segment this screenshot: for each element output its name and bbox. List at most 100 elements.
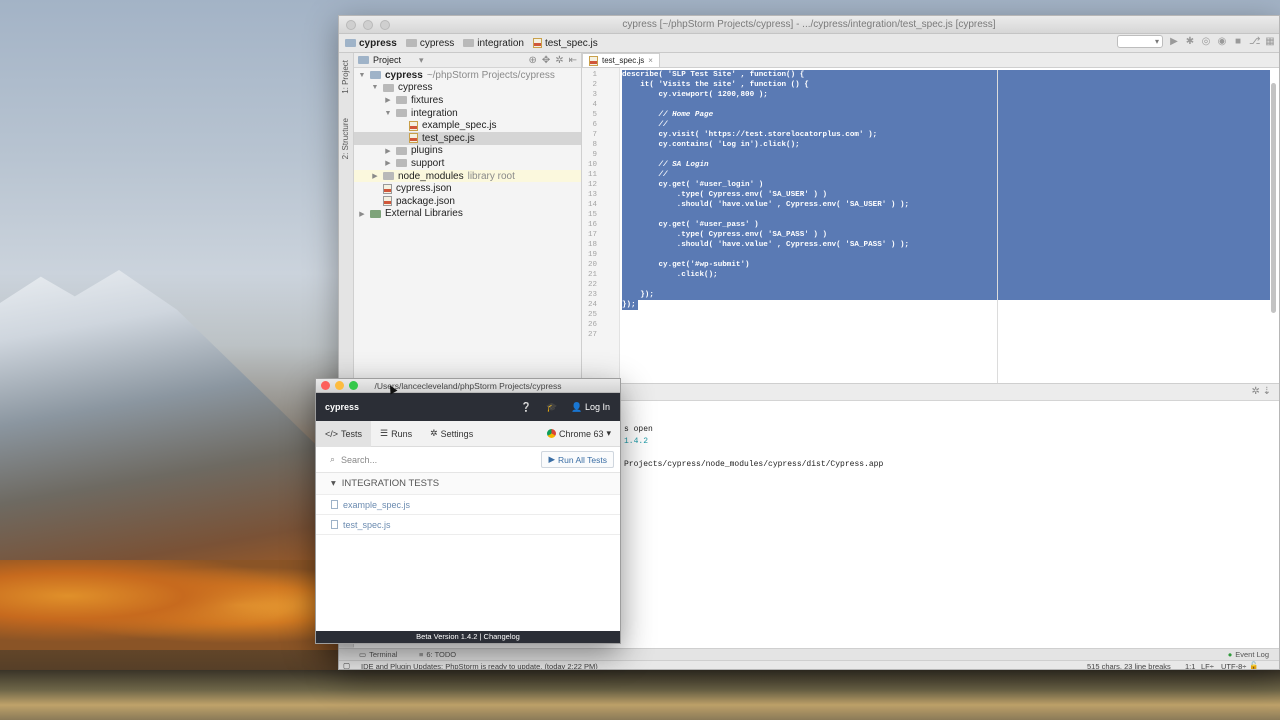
folder-icon — [370, 71, 381, 80]
tree-expander[interactable]: ▶ — [384, 159, 392, 167]
run-icon[interactable]: ▶ — [1169, 36, 1179, 47]
status-message[interactable]: IDE and Plugin Updates: PhpStorm is read… — [361, 662, 598, 669]
breadcrumb-item[interactable]: test_spec.js — [532, 38, 604, 49]
tree-expander[interactable]: ▼ — [358, 72, 366, 79]
tree-item-label: integration — [411, 107, 458, 119]
editor-tab-test-spec[interactable]: test_spec.js × — [582, 53, 660, 67]
docs-icon[interactable]: 🎓 — [546, 402, 557, 413]
scroll-from-source-icon[interactable]: ⊕ — [528, 55, 536, 66]
spec-file-item[interactable]: example_spec.js — [316, 495, 620, 515]
run-config-select[interactable]: ▾ — [1117, 35, 1163, 48]
tree-item[interactable]: ▼ integration — [354, 107, 581, 120]
tab-tests[interactable]: </> Tests — [316, 420, 372, 447]
cypress-app-window: /Users/lancecleveland/phpStorm Projects/… — [315, 378, 621, 644]
line-number: 15 — [587, 211, 597, 219]
version-footer[interactable]: Beta Version 1.4.2 | Changelog — [316, 631, 620, 643]
folder-icon — [345, 39, 356, 47]
tree-item[interactable]: test_spec.js — [354, 131, 581, 145]
status-caret-position[interactable]: 1:1 — [1185, 662, 1195, 669]
tree-expander[interactable]: ▼ — [371, 84, 379, 91]
code-line: // SA Login — [622, 161, 709, 169]
line-number: 10 — [587, 161, 597, 169]
code-line: cy.visit( 'https://test.storelocatorplus… — [622, 131, 878, 139]
spec-file-item[interactable]: test_spec.js — [316, 515, 620, 535]
tab-runs[interactable]: ☰ Runs — [371, 421, 421, 447]
code-area[interactable]: describe( 'SLP Test Site' , function() {… — [622, 70, 1279, 383]
help-icon[interactable]: ❔ — [521, 402, 532, 413]
search-input[interactable]: Search... — [341, 455, 377, 465]
folder-icon — [396, 146, 407, 155]
breadcrumb-item[interactable]: cypress — [405, 38, 460, 49]
tree-item[interactable]: ▼ cypress — [354, 82, 581, 95]
run-all-tests-button[interactable]: ▶ Run All Tests — [541, 451, 614, 468]
tree-expander[interactable]: ▼ — [384, 110, 392, 117]
project-tool-tab[interactable]: 1: Project — [340, 57, 351, 97]
code-line: .click(); — [622, 271, 718, 279]
spec-search: ⌕ Search... ▶ Run All Tests — [316, 447, 620, 473]
login-button[interactable]: 👤 Log In — [571, 402, 610, 413]
browser-selector[interactable]: Chrome 63 ▾ — [546, 428, 611, 439]
project-view-selector[interactable]: Project — [373, 55, 401, 65]
tree-expander[interactable]: ▶ — [358, 210, 366, 218]
tree-item[interactable]: package.json — [354, 195, 581, 208]
desktop-mountain — [0, 270, 340, 600]
lock-icon[interactable]: 🔓 — [1249, 661, 1258, 669]
play-icon: ▶ — [548, 454, 556, 464]
todo-tab[interactable]: ≡ 6: TODO — [419, 650, 456, 659]
tab-settings[interactable]: ✲ Settings — [421, 421, 482, 447]
tree-item[interactable]: ▶ fixtures — [354, 94, 581, 107]
debug-icon[interactable]: ✱ — [1185, 36, 1195, 47]
gear-icon[interactable]: ✲ — [555, 55, 563, 66]
breadcrumb-item[interactable]: cypress — [345, 38, 403, 49]
close-tab-icon[interactable]: × — [648, 56, 653, 65]
code-line: .should( 'have.value' , Cypress.env( 'SA… — [622, 201, 910, 209]
js-file-icon — [409, 133, 418, 144]
ide-window-title: cypress [~/phpStorm Projects/cypress] - … — [622, 19, 996, 30]
event-log-tab[interactable]: ● Event Log — [1228, 650, 1269, 659]
line-number: 22 — [587, 281, 597, 289]
tree-item[interactable]: ▶ node_modules library root — [354, 169, 581, 183]
file-icon — [331, 500, 338, 509]
profile-icon[interactable]: ◉ — [1217, 36, 1227, 47]
tree-expander[interactable]: ▶ — [371, 172, 379, 180]
hide-icon[interactable]: ⇤ — [569, 55, 577, 66]
tree-item[interactable]: ▶ plugins — [354, 145, 581, 158]
desktop-foliage — [0, 560, 340, 650]
status-toggle-icon[interactable]: ▢ — [343, 661, 350, 669]
tree-item[interactable]: ▶ External Libraries — [354, 208, 581, 221]
integration-tests-folder[interactable]: ▾ INTEGRATION TESTS — [316, 473, 620, 495]
folder-icon — [383, 83, 394, 92]
tree-item[interactable]: ▶ support — [354, 157, 581, 170]
breadcrumb-item[interactable]: integration — [463, 38, 530, 49]
cypress-header: cypress ❔ 🎓 👤 Log In — [316, 393, 620, 421]
chevron-down-icon[interactable]: ▾ — [419, 55, 424, 66]
coverage-icon[interactable]: ◎ — [1201, 36, 1211, 47]
vcs-icon[interactable]: ⎇ — [1249, 36, 1261, 47]
tree-expander[interactable]: ▶ — [384, 147, 392, 155]
code-line: }); — [622, 291, 654, 299]
gear-icon[interactable]: ✲ ⇣ — [1251, 386, 1271, 397]
collapse-all-icon[interactable]: ✥ — [542, 55, 550, 66]
status-encoding[interactable]: UTF-8÷ — [1221, 662, 1246, 669]
line-number: 19 — [587, 251, 597, 259]
folder-icon — [396, 159, 407, 168]
project-panel: Project ▾ ⊕ ✥ ✲ ⇤ ▼ cypress ~/phpStorm Pro… — [354, 53, 582, 383]
structure-tool-tab[interactable]: 2: Structure — [340, 115, 351, 162]
tree-expander[interactable]: ▶ — [384, 96, 392, 104]
layout-icon[interactable]: ▦ — [1265, 36, 1275, 47]
stop-icon[interactable]: ■ — [1233, 36, 1243, 47]
editor-scrollbar[interactable] — [1271, 83, 1276, 313]
todo-icon: ≡ — [419, 650, 424, 659]
line-number: 11 — [587, 171, 597, 179]
line-number: 1 — [592, 71, 597, 79]
terminal-tab[interactable]: ▭ Terminal — [359, 650, 397, 659]
line-number: 4 — [592, 101, 597, 109]
cypress-window-title: /Users/lancecleveland/phpStorm Projects/… — [374, 380, 562, 391]
tree-item[interactable]: example_spec.js — [354, 119, 581, 132]
status-line-separator[interactable]: LF÷ — [1201, 662, 1214, 669]
code-line: cy.get( '#user_login' ) — [622, 181, 764, 189]
tree-item[interactable]: cypress.json — [354, 182, 581, 195]
tree-item[interactable]: ▼ cypress ~/phpStorm Projects/cypress — [354, 69, 581, 82]
code-line: it( 'Visits the site' , function () { — [622, 81, 809, 89]
